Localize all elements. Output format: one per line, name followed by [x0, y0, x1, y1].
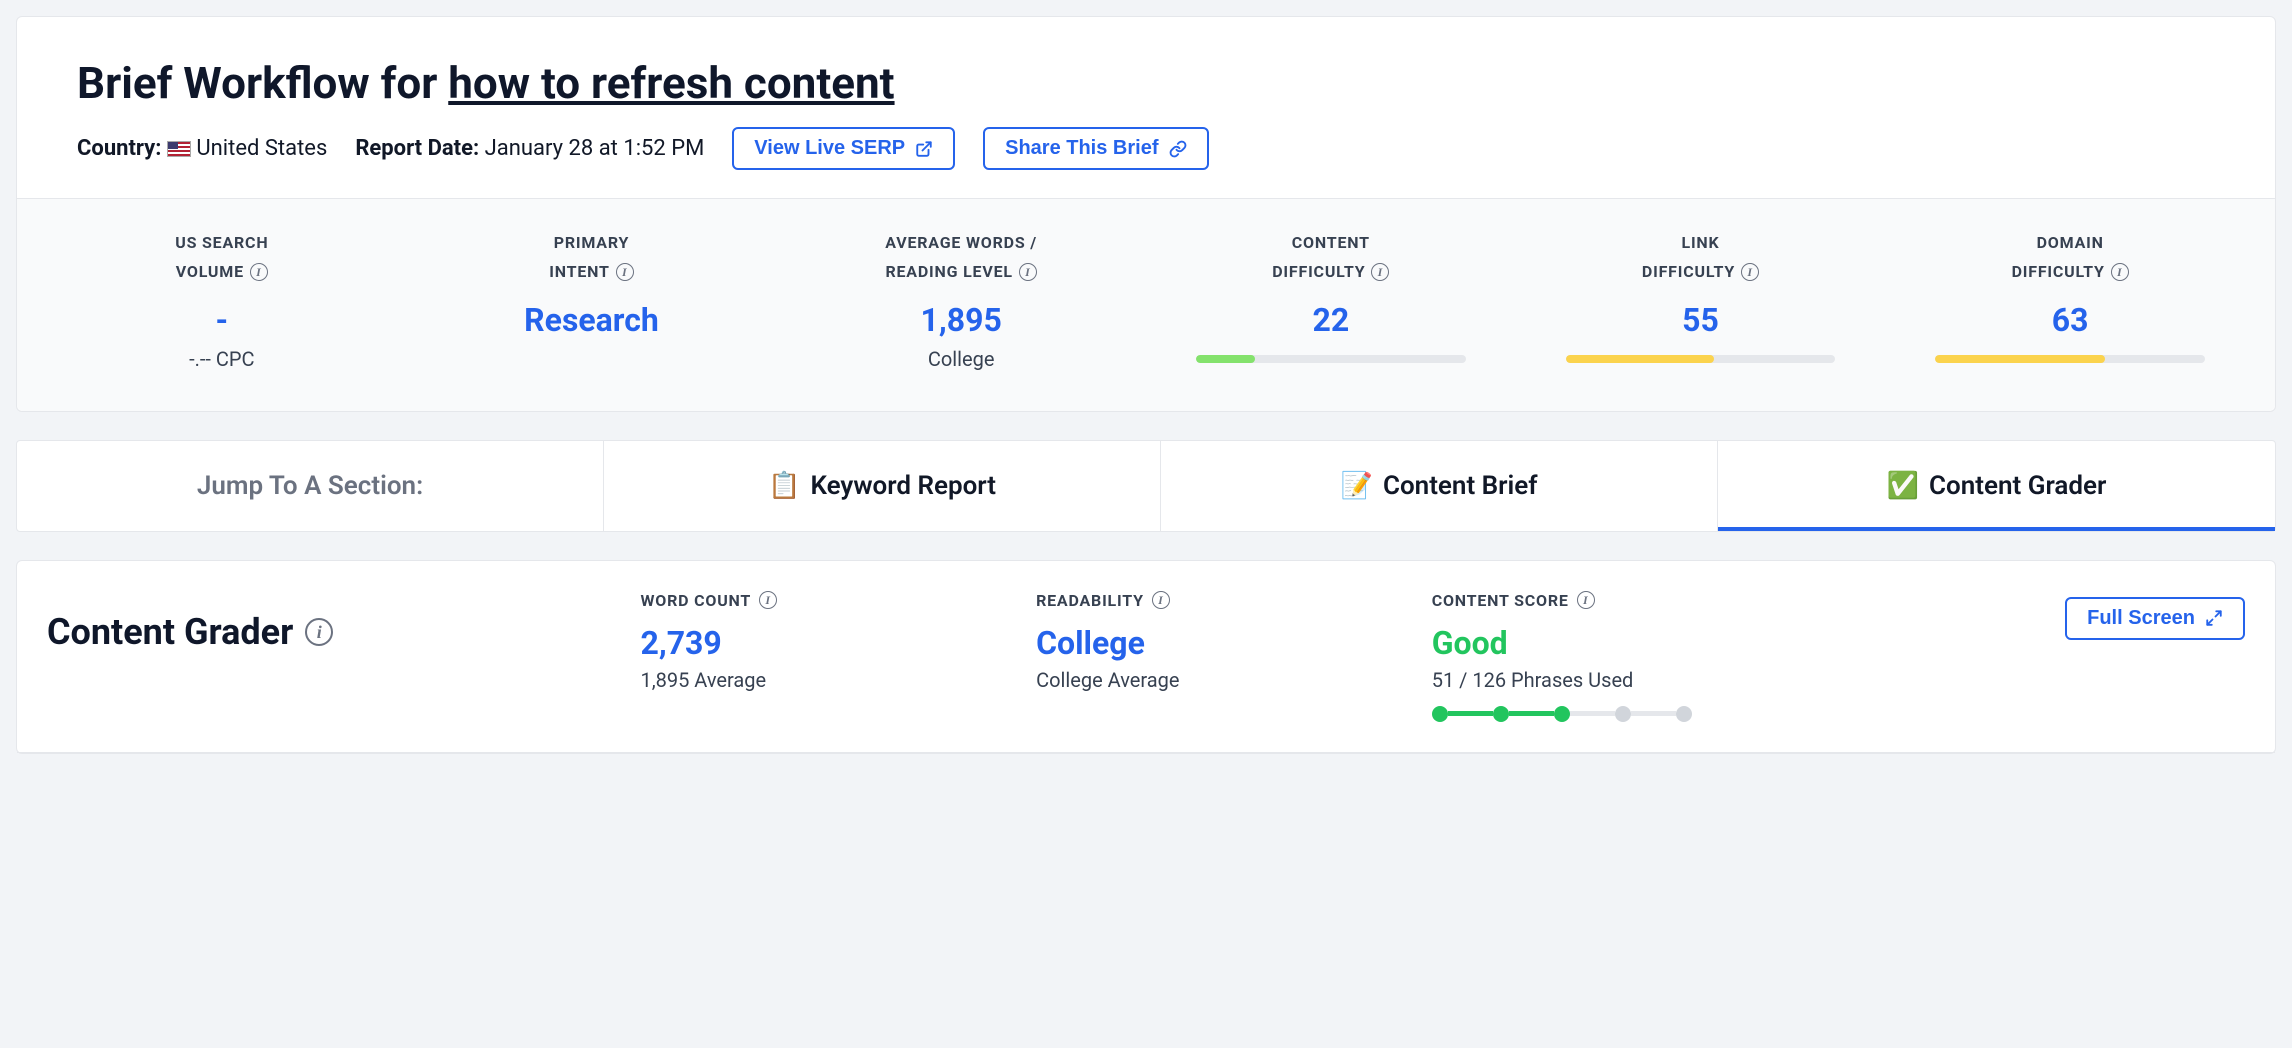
metric-value-avg-words: 1,895 [786, 301, 1136, 339]
title-keyword: how to refresh content [448, 57, 894, 109]
grader-readability-value: College [1036, 624, 1432, 662]
expand-icon [2205, 609, 2223, 627]
checkmark-icon: ✅ [1887, 471, 1919, 501]
progress-link-difficulty [1566, 355, 1836, 363]
jump-to-label: Jump To A Section: [17, 441, 604, 531]
grader-readability: READABILITY i College College Average [1036, 591, 1432, 692]
share-brief-button[interactable]: Share This Brief [983, 127, 1208, 170]
grader-word-count-value: 2,739 [640, 624, 1036, 662]
grader-readability-label: READABILITY i [1036, 591, 1170, 610]
content-grader-title-text: Content Grader [47, 611, 293, 653]
info-icon[interactable]: i [1152, 591, 1170, 609]
metric-link-difficulty: LINK DIFFICULTY i 55 [1516, 229, 1886, 371]
metric-avg-words: AVERAGE WORDS / READING LEVEL i 1,895 Co… [776, 229, 1146, 371]
content-grader-title: Content Grader i [47, 591, 640, 653]
metric-label-content-difficulty: CONTENT DIFFICULTY i [1156, 229, 1506, 287]
page-title: Brief Workflow for how to refresh conten… [77, 57, 2215, 109]
progress-content-difficulty [1196, 355, 1466, 363]
fullscreen-cell: Full Screen [1915, 591, 2245, 640]
metric-value-primary-intent: Research [417, 301, 767, 339]
metric-sub-search-volume: -.-- CPC [47, 347, 397, 371]
share-brief-label: Share This Brief [1005, 137, 1158, 160]
report-date-value: January 28 at 1:52 PM [485, 136, 705, 161]
country-meta: Country: United States [77, 136, 327, 161]
grader-content-score-label: CONTENT SCORE i [1432, 591, 1595, 610]
view-live-serp-button[interactable]: View Live SERP [732, 127, 955, 170]
metric-primary-intent: PRIMARY INTENT i Research [407, 229, 777, 371]
us-flag-icon [167, 141, 191, 157]
grader-readability-sub: College Average [1036, 668, 1432, 692]
info-icon[interactable]: i [1577, 591, 1595, 609]
clipboard-icon: 📋 [768, 471, 800, 501]
content-score-track [1432, 706, 1692, 722]
score-seg [1509, 711, 1554, 716]
metric-content-difficulty: CONTENT DIFFICULTY i 22 [1146, 229, 1516, 371]
metric-sub-avg-words: College [786, 347, 1136, 371]
info-icon[interactable]: i [759, 591, 777, 609]
grader-word-count-sub: 1,895 Average [640, 668, 1036, 692]
score-dot [1615, 706, 1631, 722]
progress-fill [1196, 355, 1255, 363]
metric-label-search-volume: US SEARCH VOLUME i [47, 229, 397, 287]
metric-search-volume: US SEARCH VOLUME i - -.-- CPC [37, 229, 407, 371]
progress-fill [1566, 355, 1714, 363]
tab-content-grader[interactable]: ✅ Content Grader [1718, 441, 2275, 531]
tab-label: Content Brief [1383, 471, 1538, 501]
external-link-icon [915, 140, 933, 158]
tab-keyword-report[interactable]: 📋 Keyword Report [604, 441, 1161, 531]
country-value: United States [196, 136, 327, 161]
tab-label: Content Grader [1929, 471, 2106, 501]
info-icon[interactable]: i [2111, 263, 2129, 281]
score-seg [1570, 711, 1615, 716]
progress-domain-difficulty [1935, 355, 2205, 363]
metric-value-link-difficulty: 55 [1526, 301, 1876, 339]
score-dot [1554, 706, 1570, 722]
content-grader-card: Content Grader i WORD COUNT i 2,739 1,89… [16, 560, 2276, 754]
score-dot [1493, 706, 1509, 722]
score-seg [1448, 711, 1493, 716]
grader-content-score: CONTENT SCORE i Good 51 / 126 Phrases Us… [1432, 591, 1916, 722]
full-screen-button[interactable]: Full Screen [2065, 597, 2245, 640]
country-label: Country: [77, 136, 161, 161]
title-prefix: Brief Workflow for [77, 57, 448, 109]
metric-domain-difficulty: DOMAIN DIFFICULTY i 63 [1885, 229, 2255, 371]
info-icon[interactable]: i [1371, 263, 1389, 281]
metric-label-primary-intent: PRIMARY INTENT i [417, 229, 767, 287]
metric-value-domain-difficulty: 63 [1895, 301, 2245, 339]
info-icon[interactable]: i [616, 263, 634, 281]
view-live-serp-label: View Live SERP [754, 137, 905, 160]
full-screen-label: Full Screen [2087, 607, 2195, 630]
info-icon[interactable]: i [1019, 263, 1037, 281]
meta-row: Country: United States Report Date: Janu… [77, 127, 2215, 170]
grader-content-score-value: Good [1432, 624, 1916, 662]
progress-fill [1935, 355, 2105, 363]
tab-content-brief[interactable]: 📝 Content Brief [1161, 441, 1718, 531]
info-icon[interactable]: i [305, 618, 333, 646]
score-seg [1631, 711, 1676, 716]
report-date-meta: Report Date: January 28 at 1:52 PM [355, 136, 704, 161]
link-icon [1169, 140, 1187, 158]
metrics-row: US SEARCH VOLUME i - -.-- CPC PRIMARY IN… [17, 198, 2275, 411]
section-tabs: Jump To A Section: 📋 Keyword Report 📝 Co… [16, 440, 2276, 532]
metric-label-avg-words: AVERAGE WORDS / READING LEVEL i [786, 229, 1136, 287]
grader-content-score-sub: 51 / 126 Phrases Used [1432, 668, 1916, 692]
metric-value-search-volume: - [47, 301, 397, 339]
grader-summary-row: Content Grader i WORD COUNT i 2,739 1,89… [17, 561, 2275, 753]
grader-word-count-label: WORD COUNT i [640, 591, 777, 610]
memo-icon: 📝 [1341, 471, 1373, 501]
brief-header-card: Brief Workflow for how to refresh conten… [16, 16, 2276, 412]
grader-word-count: WORD COUNT i 2,739 1,895 Average [640, 591, 1036, 692]
tab-label: Keyword Report [810, 471, 996, 501]
score-dot [1432, 706, 1448, 722]
report-date-label: Report Date: [355, 136, 479, 161]
brief-header: Brief Workflow for how to refresh conten… [17, 17, 2275, 198]
metric-label-domain-difficulty: DOMAIN DIFFICULTY i [1895, 229, 2245, 287]
info-icon[interactable]: i [1741, 263, 1759, 281]
metric-label-link-difficulty: LINK DIFFICULTY i [1526, 229, 1876, 287]
score-dot [1676, 706, 1692, 722]
metric-value-content-difficulty: 22 [1156, 301, 1506, 339]
info-icon[interactable]: i [250, 263, 268, 281]
